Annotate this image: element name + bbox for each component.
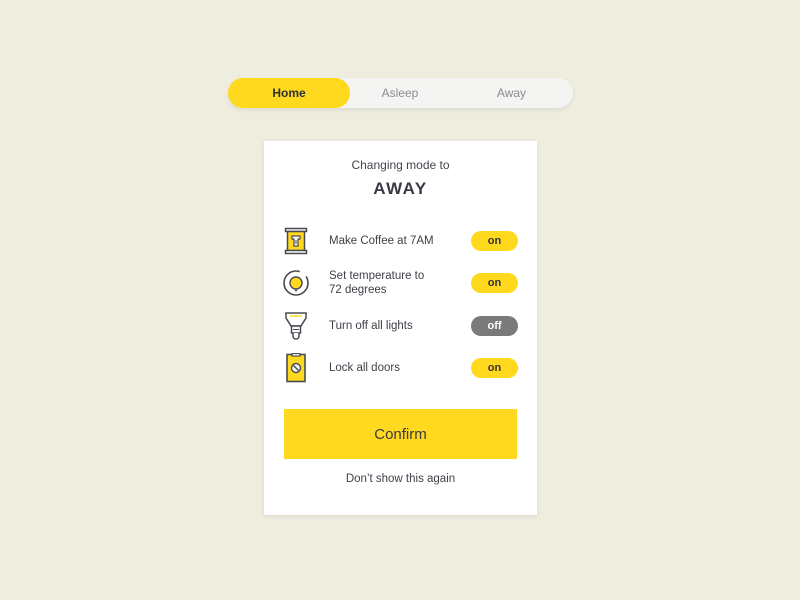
mode-switcher: Home Asleep Away	[228, 78, 573, 108]
toggle-coffee[interactable]: on	[471, 231, 518, 251]
door-lock-icon	[282, 353, 310, 383]
action-label-lights: Turn off all lights	[329, 320, 413, 332]
toggle-temperature[interactable]: on	[471, 273, 518, 293]
action-label-temperature-line2: 72 degrees	[329, 284, 387, 296]
action-row-doors: Lock all doors on	[282, 352, 518, 384]
dialog-title: AWAY	[373, 179, 428, 198]
action-label-doors: Lock all doors	[329, 362, 400, 374]
app-screen: Home Asleep Away Changing mode to AWAY M…	[0, 0, 800, 600]
action-row-temperature: Set temperature to 72 degrees on	[282, 267, 518, 299]
light-bulb-icon	[282, 311, 310, 341]
mode-tab-home[interactable]: Home	[228, 78, 350, 108]
coffee-maker-icon	[282, 226, 310, 256]
action-label-temperature-line1: Set temperature to	[329, 270, 425, 282]
dialog-subtitle: Changing mode to	[351, 158, 450, 172]
mode-change-dialog: Changing mode to AWAY Make Coffee at 7AM…	[264, 141, 537, 515]
action-label-coffee: Make Coffee at 7AM	[329, 235, 434, 247]
action-label-temperature: Set temperature to 72 degrees	[329, 269, 471, 297]
toggle-lights[interactable]: off	[471, 316, 518, 336]
thermostat-icon	[282, 268, 310, 298]
action-row-coffee: Make Coffee at 7AM on	[282, 225, 518, 257]
action-row-lights: Turn off all lights off	[282, 310, 518, 342]
toggle-doors[interactable]: on	[471, 358, 518, 378]
dont-show-again-link[interactable]: Don’t show this again	[264, 473, 537, 485]
mode-tab-away[interactable]: Away	[450, 78, 573, 108]
confirm-button[interactable]: Confirm	[284, 409, 517, 459]
mode-tab-asleep[interactable]: Asleep	[350, 78, 450, 108]
